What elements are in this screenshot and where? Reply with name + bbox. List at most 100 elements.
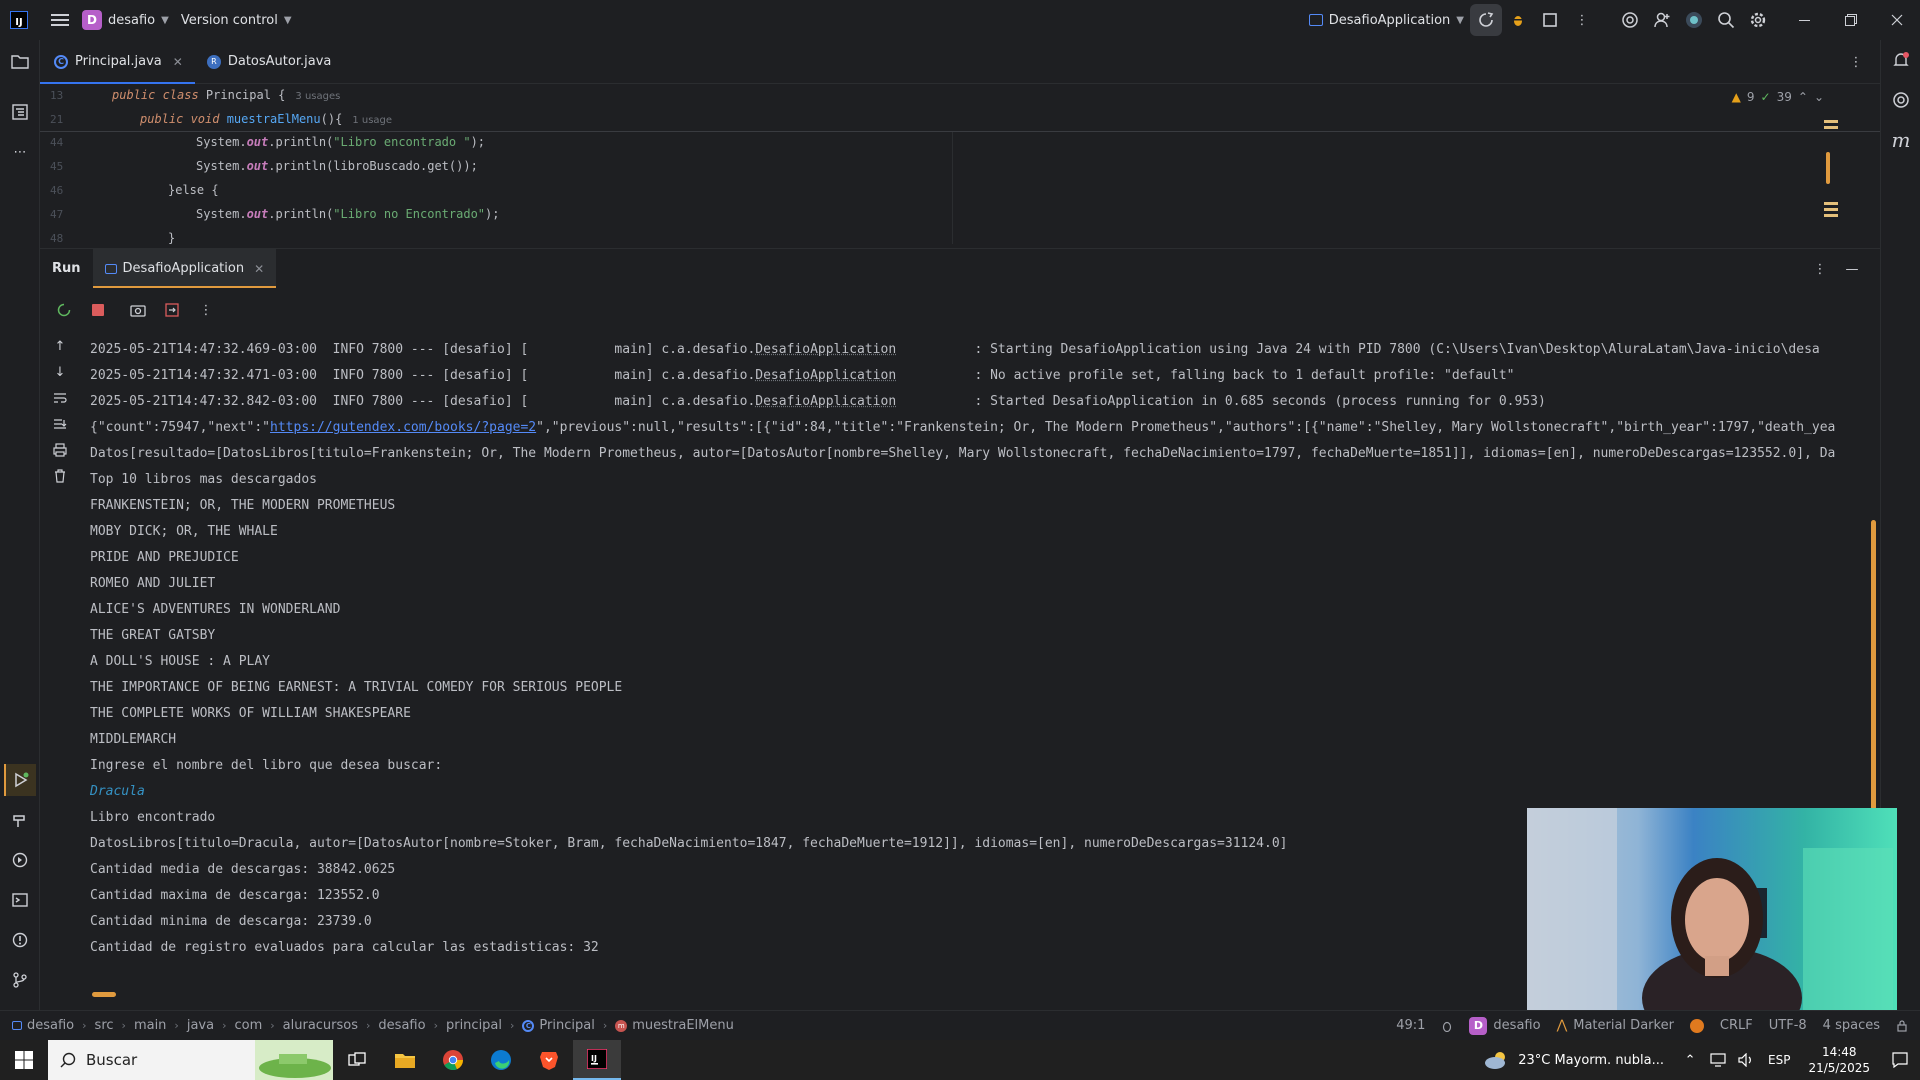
close-tab-icon[interactable]: ✕ xyxy=(254,262,264,276)
theme-indicator[interactable]: ⋀ Material Darker xyxy=(1557,1018,1674,1033)
more-actions-icon[interactable]: ⋮ xyxy=(1566,4,1598,36)
tab-options-icon[interactable]: ⋮ xyxy=(1840,46,1872,78)
indent-setting[interactable]: 4 spaces xyxy=(1823,1018,1880,1033)
lock-icon[interactable] xyxy=(1896,1019,1908,1032)
ai-assistant-icon[interactable] xyxy=(1614,4,1646,36)
close-tab-icon[interactable]: ✕ xyxy=(173,55,183,69)
breadcrumb-item[interactable]: aluracursos xyxy=(279,1018,362,1033)
breadcrumb-item[interactable]: java xyxy=(183,1018,218,1033)
problems-icon[interactable] xyxy=(4,924,36,956)
rerun-icon[interactable] xyxy=(48,294,80,326)
taskbar-search[interactable]: Buscar xyxy=(48,1040,333,1080)
run-options-icon[interactable]: ⋮ xyxy=(1804,253,1836,285)
notifications-bell-icon[interactable] xyxy=(1885,44,1917,76)
network-icon[interactable] xyxy=(1704,1040,1732,1080)
file-explorer-icon[interactable] xyxy=(381,1040,429,1080)
weather-widget[interactable]: 23°C Mayorm. nubla... xyxy=(1472,1050,1676,1070)
intellij-taskbar-icon[interactable]: IJ xyxy=(573,1040,621,1080)
notification-center-icon[interactable] xyxy=(1880,1040,1920,1080)
breadcrumb-item[interactable]: com xyxy=(230,1018,266,1033)
debug-bug-icon[interactable] xyxy=(1441,1020,1453,1032)
breadcrumb-item[interactable]: main xyxy=(130,1018,170,1033)
clock[interactable]: 14:48 21/5/2025 xyxy=(1798,1044,1880,1076)
code-editor[interactable]: 13 public class Principal {3 usages 21 p… xyxy=(40,84,1880,244)
breadcrumb-item[interactable]: desafio xyxy=(374,1018,429,1033)
task-view-icon[interactable] xyxy=(333,1040,381,1080)
chevron-right-icon: › xyxy=(121,1019,126,1032)
brave-icon[interactable] xyxy=(525,1040,573,1080)
intellij-logo-icon[interactable]: IJ xyxy=(0,0,32,40)
line-number: 46 xyxy=(50,184,64,197)
plugin-status-icon[interactable] xyxy=(1689,1018,1704,1033)
minimize-panel-icon[interactable]: — xyxy=(1836,253,1868,285)
minimize-icon[interactable] xyxy=(1782,0,1828,40)
error-stripe-mark[interactable] xyxy=(1824,126,1838,129)
gutendex-link[interactable]: https://gutendex.com/books/?page=2 xyxy=(270,420,536,435)
file-encoding[interactable]: UTF-8 xyxy=(1769,1018,1807,1033)
vcs-label: Version control xyxy=(180,12,278,28)
error-stripe-mark[interactable] xyxy=(1824,202,1838,205)
project-folder-icon[interactable] xyxy=(4,45,36,77)
rerun-icon[interactable] xyxy=(1470,4,1502,36)
close-window-icon[interactable] xyxy=(1874,0,1920,40)
tab-datosautor-java[interactable]: R DatosAutor.java xyxy=(195,40,344,83)
stop-icon[interactable] xyxy=(82,294,114,326)
app-config-icon xyxy=(1308,14,1323,26)
add-user-icon[interactable] xyxy=(1646,4,1678,36)
breadcrumb-item[interactable]: src xyxy=(91,1018,118,1033)
caret-position[interactable]: 49:1 xyxy=(1396,1018,1425,1033)
book-line: FRANKENSTEIN; OR, THE MODERN PROMETHEUS xyxy=(90,498,396,513)
chevron-down-icon[interactable]: ⌄ xyxy=(1814,90,1824,104)
chevron-up-icon[interactable]: ⌃ xyxy=(1676,1040,1704,1080)
chevron-up-icon[interactable]: ⌃ xyxy=(1798,90,1808,104)
vcs-menu[interactable]: Version control ▼ xyxy=(175,0,298,40)
volume-icon[interactable] xyxy=(1732,1040,1760,1080)
warning-icon: ▲ xyxy=(1731,90,1741,104)
error-stripe-mark[interactable] xyxy=(1824,214,1838,217)
code-with-me-icon[interactable] xyxy=(1678,4,1710,36)
git-branch-icon[interactable] xyxy=(4,964,36,996)
more-options-icon[interactable]: ⋮ xyxy=(190,294,222,326)
run-tab-desafioapplication[interactable]: DesafioApplication ✕ xyxy=(92,249,277,288)
restore-icon[interactable] xyxy=(1828,0,1874,40)
code-line: System.out.println("Libro no Encontrado"… xyxy=(196,207,500,221)
editor-scrollbar[interactable] xyxy=(1826,152,1830,184)
breadcrumb-item[interactable]: m muestraElMenu xyxy=(611,1018,738,1033)
trash-icon[interactable] xyxy=(44,460,76,492)
project-indicator[interactable]: D desafio xyxy=(1469,1016,1541,1035)
error-stripe-mark[interactable] xyxy=(1824,120,1838,123)
more-tools-icon[interactable]: ⋯ xyxy=(4,136,36,168)
input-language[interactable]: ESP xyxy=(1760,1053,1798,1067)
console-vertical-scrollbar[interactable] xyxy=(1871,520,1876,810)
run-tool-icon[interactable] xyxy=(4,764,36,796)
stop-icon[interactable] xyxy=(1534,4,1566,36)
tab-principal-java[interactable]: C Principal.java ✕ xyxy=(40,40,195,84)
breadcrumb-item[interactable]: principal xyxy=(442,1018,506,1033)
windows-start-icon[interactable] xyxy=(0,1040,48,1080)
search-highlight-illustration-icon xyxy=(255,1040,333,1080)
line-separator[interactable]: CRLF xyxy=(1720,1018,1753,1033)
search-icon[interactable] xyxy=(1710,4,1742,36)
console-horizontal-scrollbar[interactable] xyxy=(92,992,116,997)
chrome-icon[interactable] xyxy=(429,1040,477,1080)
main-menu-icon[interactable] xyxy=(44,4,76,36)
breadcrumb-item[interactable]: desafio xyxy=(0,1018,78,1033)
structure-icon[interactable] xyxy=(4,96,36,128)
ai-chat-icon[interactable] xyxy=(1885,84,1917,116)
breadcrumb-item[interactable]: C Principal xyxy=(518,1018,598,1033)
debug-icon[interactable] xyxy=(1502,4,1534,36)
settings-gear-icon[interactable] xyxy=(1742,4,1774,36)
chevron-right-icon: › xyxy=(366,1019,371,1032)
project-switcher[interactable]: D desafio ▼ xyxy=(76,0,175,40)
terminal-icon[interactable] xyxy=(4,884,36,916)
services-icon[interactable] xyxy=(4,844,36,876)
project-name: desafio xyxy=(108,12,156,28)
edge-icon[interactable] xyxy=(477,1040,525,1080)
run-config-selector[interactable]: DesafioApplication ▼ xyxy=(1303,0,1470,40)
inspection-widget[interactable]: ▲ 9 ✓ 39 ⌃ ⌄ xyxy=(1732,90,1824,104)
error-stripe-mark[interactable] xyxy=(1824,208,1838,211)
build-hammer-icon[interactable] xyxy=(4,804,36,836)
maven-icon[interactable]: m xyxy=(1885,124,1917,156)
camera-snapshot-icon[interactable] xyxy=(122,294,154,326)
exit-icon[interactable] xyxy=(156,294,188,326)
